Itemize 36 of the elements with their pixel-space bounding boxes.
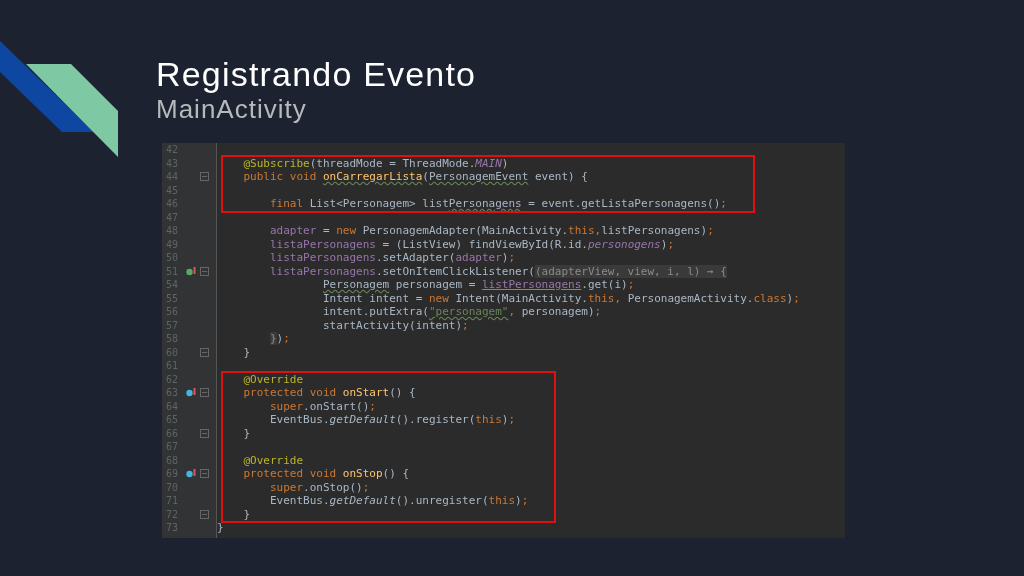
code-line: super.onStart(); (269, 399, 376, 413)
code-line: @Subscribe(threadMode = ThreadMode.MAIN) (242, 156, 509, 170)
code-line: protected void onStart() { (242, 386, 416, 399)
code-line: listaPersonagens = (ListView) findViewById(R.id.personogens); (269, 237, 674, 251)
code-line: Personagem personagem = listPersonagens.get(i); (321, 278, 635, 291)
code-line: }); (268, 332, 290, 345)
fold-icon[interactable] (200, 509, 209, 519)
code-line: } (242, 426, 251, 440)
fold-icon[interactable] (200, 469, 209, 479)
code-line: protected void onStop() { (242, 467, 410, 480)
fold-icon[interactable] (200, 388, 209, 398)
code-line: } (242, 345, 251, 359)
code-line: public void onCarregarLista(PersonagemEvent event) { (242, 170, 588, 183)
fold-icon[interactable] (200, 428, 209, 438)
override-marker-icon[interactable] (186, 388, 196, 398)
code-line: listaPersonagens.setOnItemClickListener((adapterView, view, i, l) → { (269, 264, 727, 278)
code-line: super.onStop(); (269, 480, 370, 494)
code-line: EventBus.getDefault().unregister(this); (269, 494, 529, 507)
lambda-marker-icon[interactable] (186, 266, 196, 276)
slide-subtitle: MainActivity (156, 94, 308, 124)
override-marker-icon[interactable] (186, 469, 196, 479)
code-line: intent.putExtra("personagem", personagem); (321, 305, 602, 318)
code-line: @Override (242, 372, 304, 386)
code-line: } (242, 507, 251, 521)
code-line: Intent intent = new Intent(MainActivity.this, PersonagemActivity.class); (321, 291, 800, 305)
code-line: adapter = new PersonagemAdapter(MainActivity.this,listPersonagens); (269, 224, 714, 237)
code-line: @Override (242, 453, 304, 467)
fold-icon[interactable] (200, 347, 209, 357)
code-line: startActivity(intent); (321, 318, 469, 332)
code-line: final List<Personagem> listPersonagens = event.getListaPersonagens(); (269, 197, 727, 210)
slide-title: Registrando Evento (156, 54, 477, 94)
fold-icon[interactable] (200, 172, 209, 182)
code-line: } (217, 521, 224, 534)
fold-icon[interactable] (200, 266, 209, 276)
code-line: listaPersonagens.setAdapter(adapter); (269, 251, 516, 264)
code-line: EventBus.getDefault().register(this); (269, 413, 516, 426)
